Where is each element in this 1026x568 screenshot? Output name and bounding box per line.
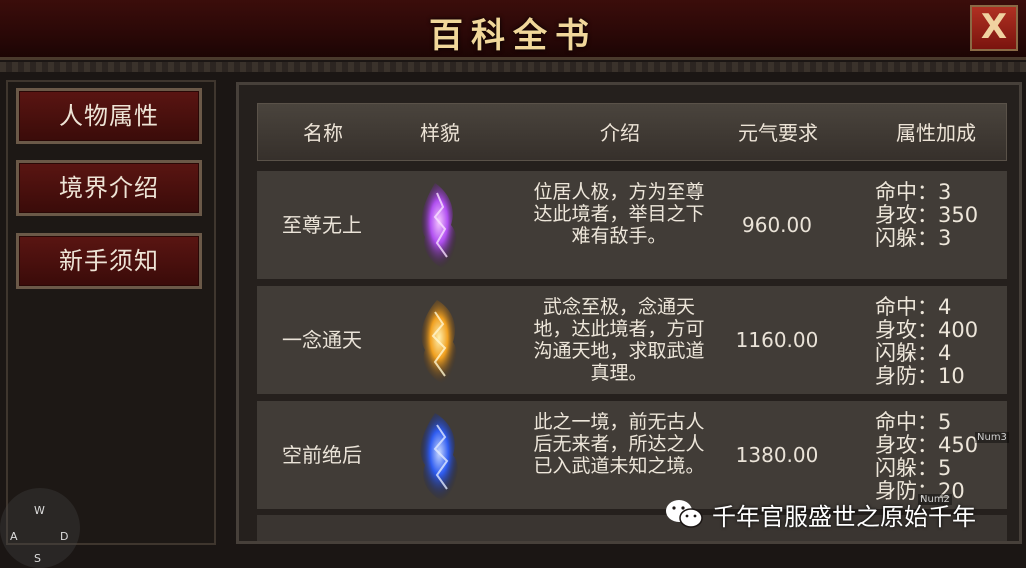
bonus-item: 身防：10: [875, 364, 965, 388]
realm-name: 至尊无上: [282, 213, 362, 237]
realm-portrait-purple: [421, 183, 457, 269]
table-row: 一念通天 武念至极，念通天地，达此境者，方可沟通天地，求取武道真理。 1160.…: [257, 286, 1007, 394]
realm-description: 位居人极，方为至尊达此境者，举目之下难有敌手。: [533, 181, 705, 247]
realm-requirement: 960.00: [742, 213, 812, 237]
header-requirement: 元气要求: [738, 121, 818, 145]
bonus-item: 命中：3: [875, 180, 952, 204]
bonus-item: 身攻：350: [875, 203, 979, 227]
close-button[interactable]: X: [970, 5, 1018, 51]
table-row: 至尊无上 位居人极，方为至尊达此境者，举目之下难有敌手。 960.00 命中：3…: [257, 171, 1007, 279]
header-name: 名称: [303, 121, 343, 145]
realm-portrait-blue: [420, 413, 458, 501]
decorative-band: [0, 62, 1026, 72]
bonus-item: 命中：4: [875, 295, 952, 319]
num3-tag: Num3: [975, 432, 1009, 443]
nav-label: 人物属性: [59, 102, 159, 130]
sidebar: 人物属性 境界介绍 新手须知: [6, 80, 216, 545]
realm-portrait-gold: [421, 300, 457, 384]
table-header: 名称 样貌 介绍 元气要求 属性加成: [257, 103, 1007, 161]
nav-newbie-guide[interactable]: 新手须知: [16, 233, 202, 289]
nav-label: 境界介绍: [59, 174, 159, 202]
bonus-item: 闪躲：3: [875, 226, 952, 250]
title-bar: 百科全书 X: [0, 0, 1026, 60]
header-intro: 介绍: [600, 121, 640, 145]
bonus-item: 身攻：400: [875, 318, 979, 342]
realm-name: 空前绝后: [282, 443, 362, 467]
realm-bonus-list: 命中：5 身攻：450 闪躲：5 身防：20: [875, 411, 1005, 503]
watermark-text: 千年官服盛世之原始千年: [712, 502, 976, 531]
header-bonus: 属性加成: [896, 121, 976, 145]
bonus-item: 闪躲：5: [875, 456, 952, 480]
realm-requirement: 1380.00: [735, 443, 819, 467]
realm-name: 一念通天: [282, 328, 362, 352]
table-row: 空前绝后 此之一境，前无古人后无来者，所达之人已入武道未知之境。 1380.00…: [257, 401, 1007, 509]
realm-bonus-list: 命中：3 身攻：350 闪躲：3: [875, 181, 1005, 250]
bonus-item: 闪躲：4: [875, 341, 952, 365]
realm-description: 此之一境，前无古人后无来者，所达之人已入武道未知之境。: [533, 411, 705, 477]
compass-key-a: A: [10, 530, 18, 543]
compass-key-w: W: [34, 504, 45, 517]
header-appearance: 样貌: [420, 121, 460, 145]
realm-description: 武念至极，念通天地，达此境者，方可沟通天地，求取武道真理。: [533, 296, 705, 384]
wechat-icon: [666, 500, 703, 528]
wechat-watermark: 千年官服盛世之原始千年: [664, 494, 976, 534]
nav-character-attributes[interactable]: 人物属性: [16, 88, 202, 144]
window-title: 百科全书: [429, 16, 597, 56]
nav-label: 新手须知: [59, 247, 159, 275]
movement-compass[interactable]: W A D S: [0, 488, 80, 568]
bonus-item: 命中：5: [875, 410, 952, 434]
realm-requirement: 1160.00: [735, 328, 819, 352]
realm-table-panel: 名称 样貌 介绍 元气要求 属性加成 至尊无上 位居人极，方为至尊达此境者，举目…: [236, 82, 1022, 544]
realm-bonus-list: 命中：4 身攻：400 闪躲：4 身防：10: [875, 296, 1005, 388]
compass-key-d: D: [60, 530, 69, 543]
nav-realm-intro[interactable]: 境界介绍: [16, 160, 202, 216]
